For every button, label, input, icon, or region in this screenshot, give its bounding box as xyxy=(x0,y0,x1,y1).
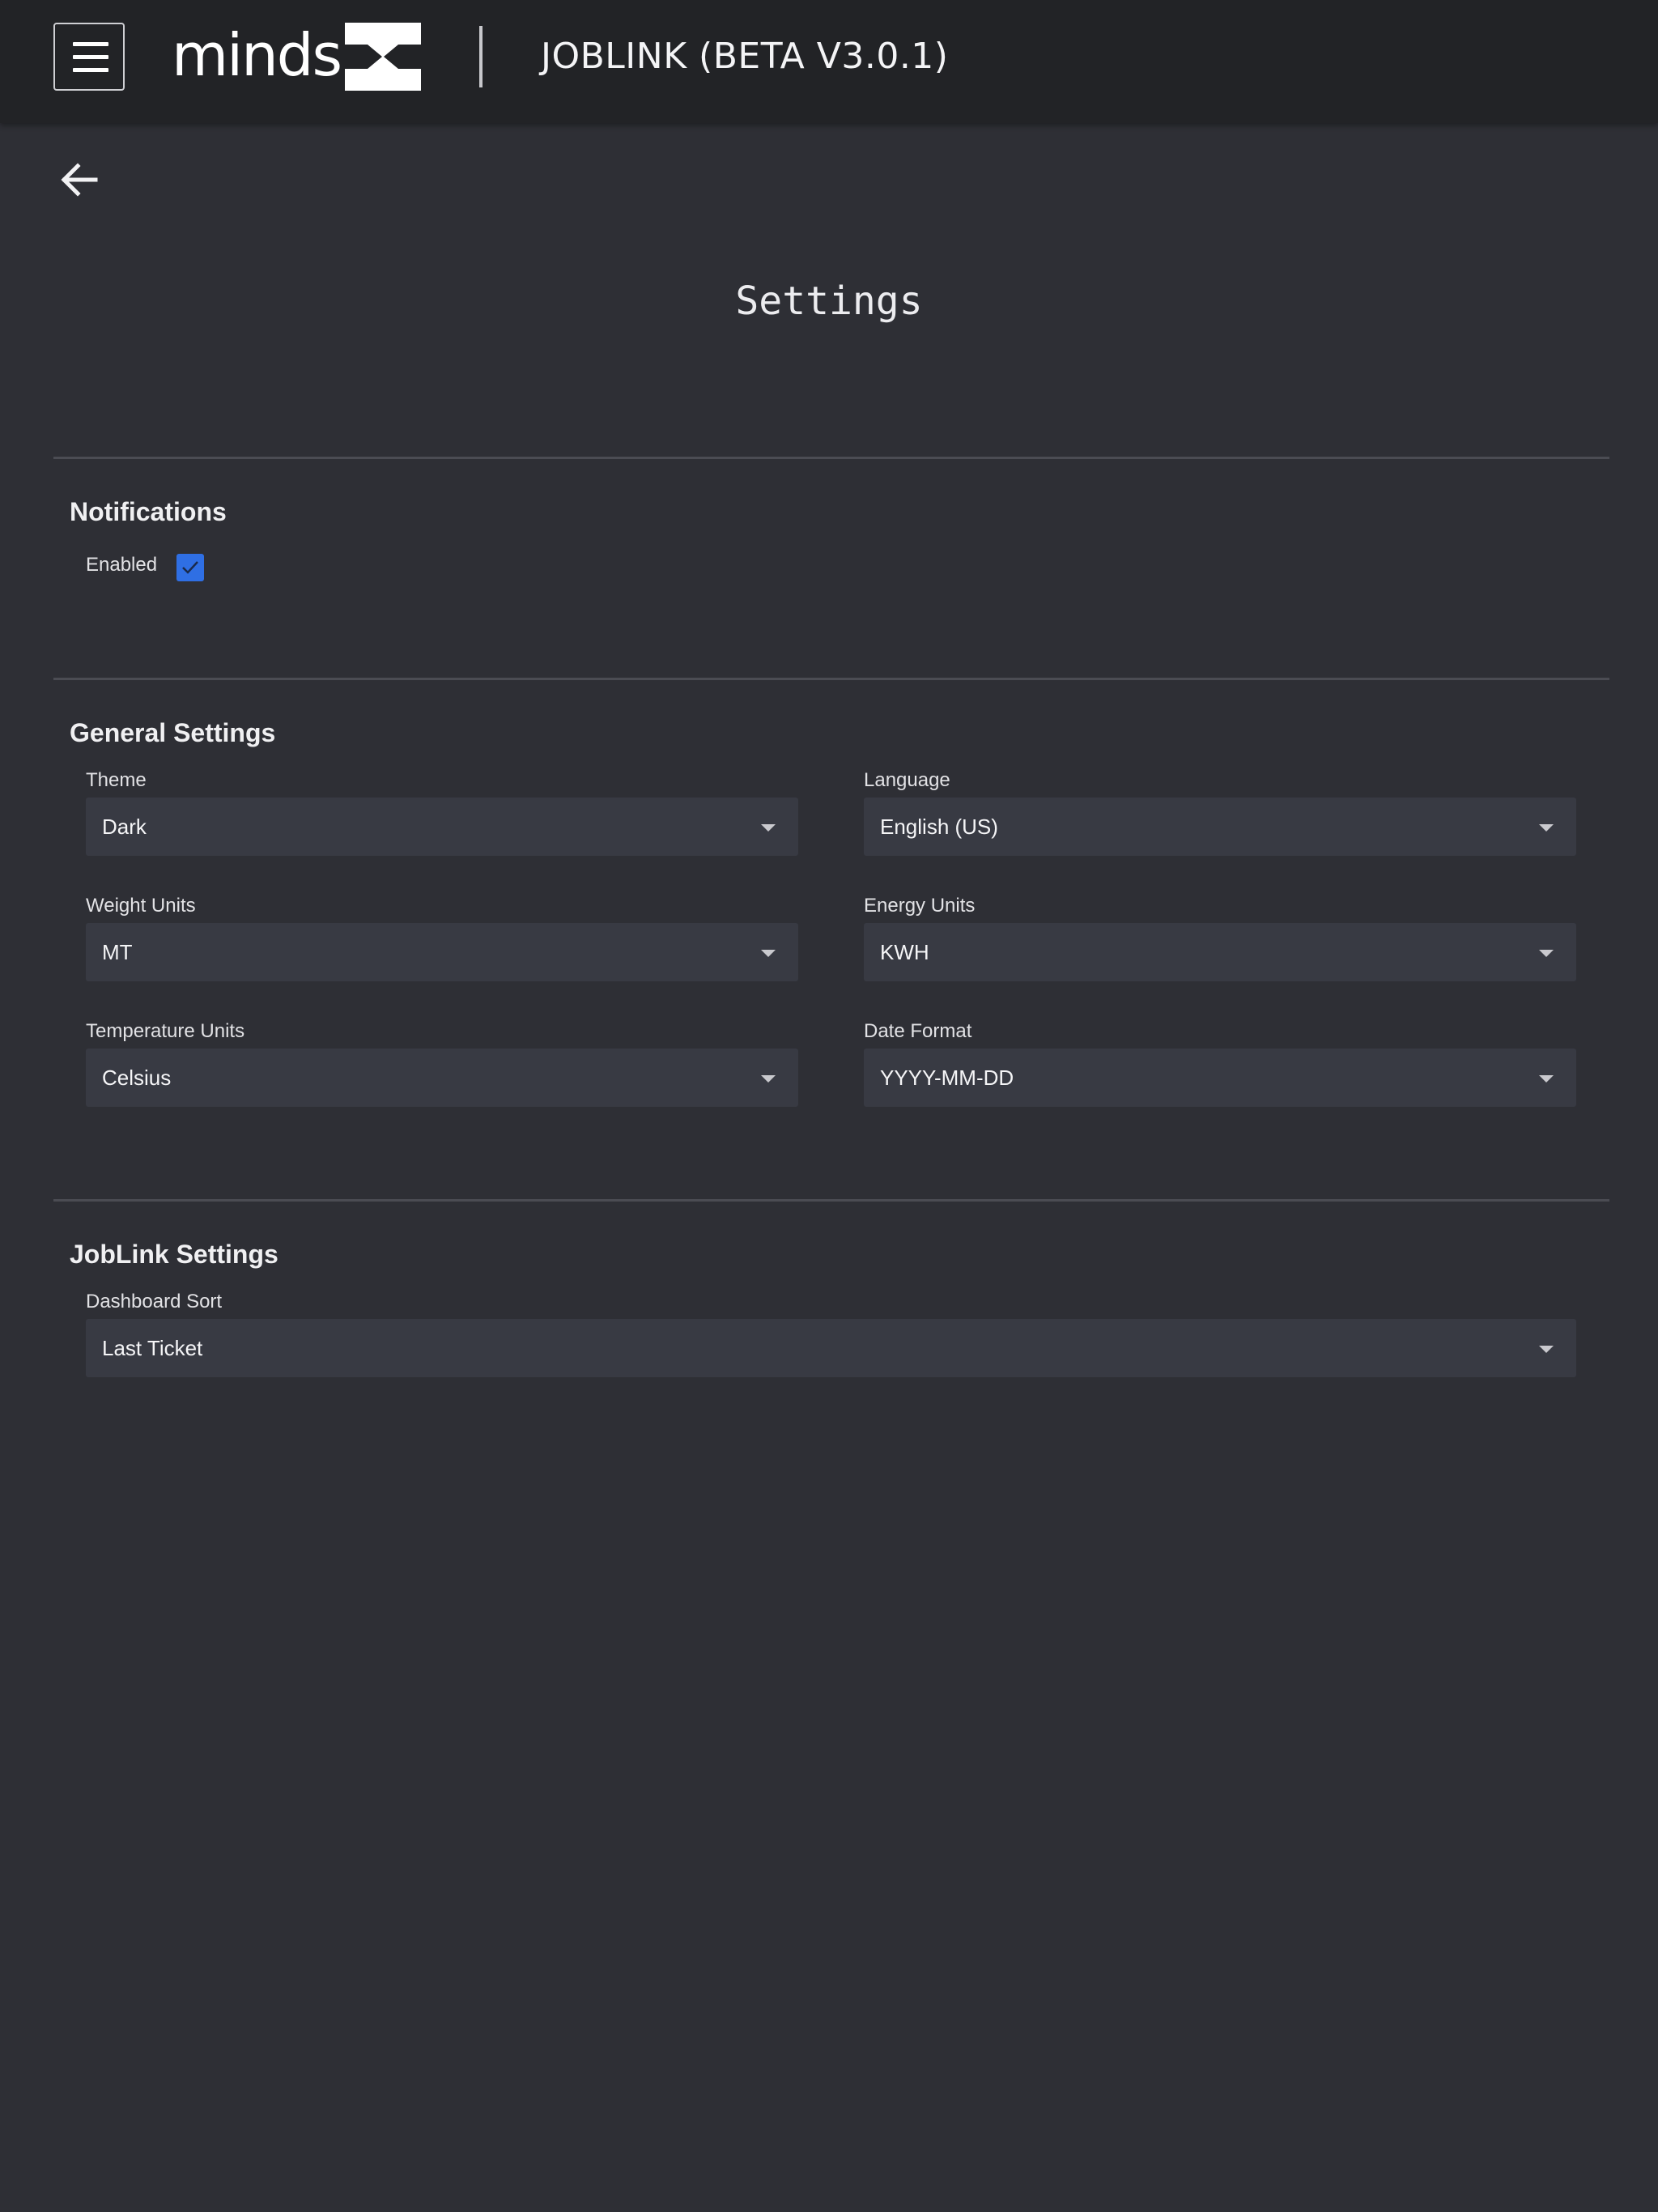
joblink-settings-section-title: JobLink Settings xyxy=(70,1240,278,1269)
date-format-select-value: YYYY-MM-DD xyxy=(880,1066,1014,1090)
temperature-units-select[interactable]: Celsius xyxy=(86,1049,798,1107)
section-divider xyxy=(53,457,1609,459)
date-format-label: Date Format xyxy=(864,1020,972,1042)
theme-label: Theme xyxy=(86,769,147,791)
language-select-value: English (US) xyxy=(880,815,998,839)
logo-text: minds xyxy=(172,21,342,89)
app-title: JOBLINK (BETA V3.0.1) xyxy=(541,36,949,77)
logo-mark-icon xyxy=(345,23,421,91)
caret-down-icon xyxy=(761,950,776,957)
minds-logo: minds xyxy=(172,21,421,92)
menu-icon xyxy=(73,42,108,46)
notifications-section-title: Notifications xyxy=(70,497,227,526)
weight-units-label: Weight Units xyxy=(86,895,196,917)
checkmark-icon xyxy=(182,561,198,574)
menu-icon-bar xyxy=(73,68,108,72)
theme-select[interactable]: Dark xyxy=(86,798,798,856)
energy-units-select-value: KWH xyxy=(880,940,929,964)
back-arrow-icon[interactable] xyxy=(57,157,102,202)
temperature-units-select-value: Celsius xyxy=(102,1066,172,1090)
section-divider xyxy=(53,678,1609,680)
general-settings-section-title: General Settings xyxy=(70,718,276,747)
section-divider xyxy=(53,1199,1609,1202)
dashboard-sort-select[interactable]: Last Ticket xyxy=(86,1319,1576,1377)
theme-select-value: Dark xyxy=(102,815,147,839)
language-label: Language xyxy=(864,769,950,791)
date-format-select[interactable]: YYYY-MM-DD xyxy=(864,1049,1576,1107)
menu-icon-bar xyxy=(73,55,108,59)
temperature-units-label: Temperature Units xyxy=(86,1020,245,1042)
notifications-enabled-checkbox[interactable] xyxy=(176,554,204,581)
caret-down-icon xyxy=(761,1075,776,1083)
language-select[interactable]: English (US) xyxy=(864,798,1576,856)
caret-down-icon xyxy=(761,824,776,832)
notifications-enabled-label: Enabled xyxy=(86,554,158,576)
page-title: Settings xyxy=(735,279,923,324)
menu-button[interactable] xyxy=(53,23,125,91)
caret-down-icon xyxy=(1539,950,1554,957)
energy-units-label: Energy Units xyxy=(864,895,976,917)
caret-down-icon xyxy=(1539,1346,1554,1353)
header-divider xyxy=(479,26,483,87)
weight-units-select-value: MT xyxy=(102,940,133,964)
top-app-bar: minds JOBLINK (BETA V3.0.1) xyxy=(0,0,1658,123)
caret-down-icon xyxy=(1539,824,1554,832)
caret-down-icon xyxy=(1539,1075,1554,1083)
dashboard-sort-label: Dashboard Sort xyxy=(86,1291,223,1312)
weight-units-select[interactable]: MT xyxy=(86,923,798,981)
dashboard-sort-select-value: Last Ticket xyxy=(102,1336,203,1360)
energy-units-select[interactable]: KWH xyxy=(864,923,1576,981)
